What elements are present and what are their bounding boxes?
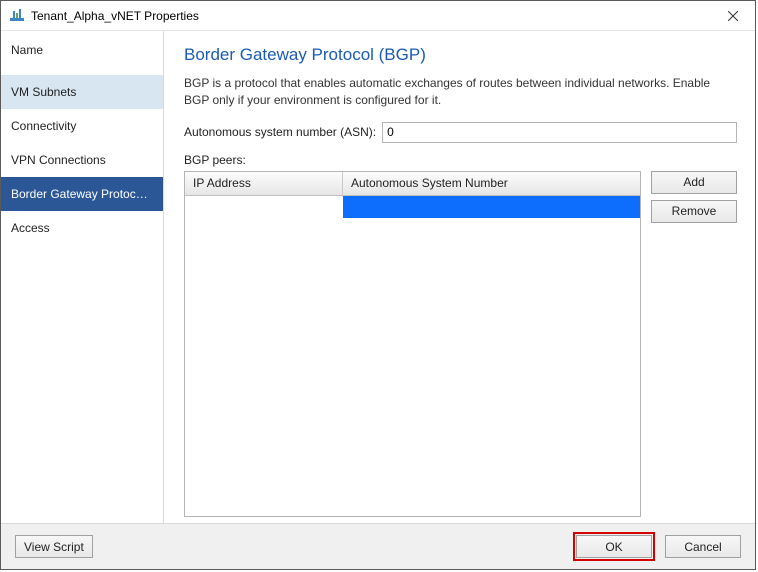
add-button[interactable]: Add — [651, 171, 737, 194]
bgp-peers-label: BGP peers: — [184, 153, 737, 167]
dialog-footer: View Script OK Cancel — [1, 523, 755, 569]
close-icon — [728, 11, 738, 21]
sidebar-item-access[interactable]: Access — [1, 211, 163, 245]
sidebar-item-vm-subnets[interactable]: VM Subnets — [1, 75, 163, 109]
sidebar: Name VM Subnets Connectivity VPN Connect… — [1, 31, 164, 523]
bgp-peers-grid[interactable]: IP Address Autonomous System Number — [184, 171, 641, 517]
grid-header: IP Address Autonomous System Number — [185, 172, 640, 196]
ip-address-cell-input[interactable] — [185, 196, 343, 218]
properties-dialog: Tenant_Alpha_vNET Properties Name VM Sub… — [0, 0, 756, 570]
asn-label: Autonomous system number (ASN): — [184, 125, 376, 139]
column-ip-address[interactable]: IP Address — [185, 172, 343, 195]
sidebar-item-connectivity[interactable]: Connectivity — [1, 109, 163, 143]
page-title: Border Gateway Protocol (BGP) — [184, 45, 737, 65]
close-button[interactable] — [710, 1, 755, 31]
remove-button[interactable]: Remove — [651, 200, 737, 223]
asn-field-row: Autonomous system number (ASN): — [184, 122, 737, 143]
grid-body — [185, 196, 640, 516]
asn-cell[interactable] — [343, 196, 640, 218]
window-title: Tenant_Alpha_vNET Properties — [31, 9, 199, 23]
view-script-button[interactable]: View Script — [15, 535, 93, 558]
titlebar: Tenant_Alpha_vNET Properties — [1, 1, 755, 31]
app-icon — [9, 8, 25, 24]
cancel-button[interactable]: Cancel — [665, 535, 741, 558]
ok-highlight-box: OK — [573, 532, 655, 561]
main-panel: Border Gateway Protocol (BGP) BGP is a p… — [164, 31, 755, 523]
page-description: BGP is a protocol that enables automatic… — [184, 75, 737, 110]
table-row[interactable] — [185, 196, 640, 218]
asn-input[interactable] — [382, 122, 737, 143]
sidebar-header: Name — [1, 35, 163, 75]
ok-button[interactable]: OK — [576, 535, 652, 558]
column-asn[interactable]: Autonomous System Number — [343, 172, 640, 195]
sidebar-item-bgp[interactable]: Border Gateway Protocol... — [1, 177, 163, 211]
sidebar-item-vpn-connections[interactable]: VPN Connections — [1, 143, 163, 177]
